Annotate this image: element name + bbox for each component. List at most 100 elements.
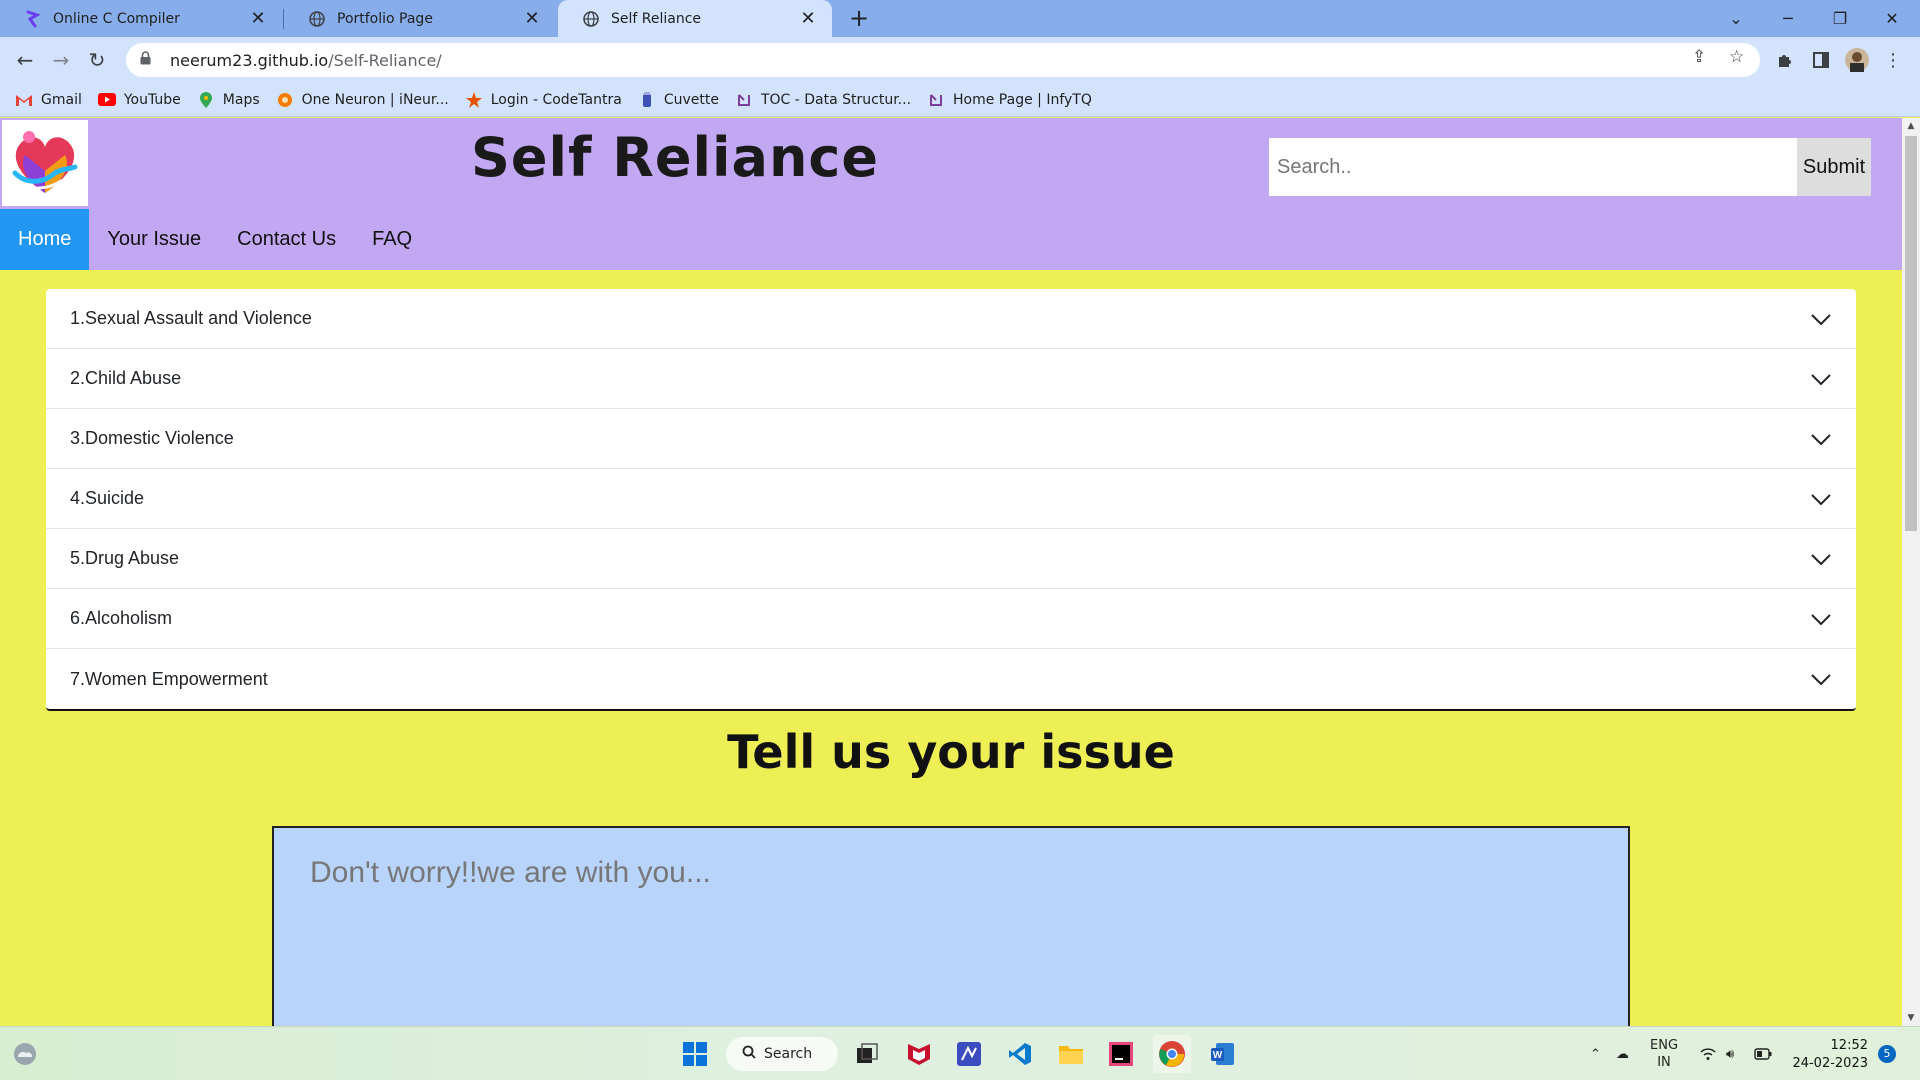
bookmark-label: Cuvette bbox=[663, 91, 719, 108]
submit-button[interactable]: Submit bbox=[1797, 138, 1871, 196]
tab-portfolio-page[interactable]: Portfolio Page ✕ bbox=[284, 0, 556, 37]
vscode-icon[interactable] bbox=[1001, 1035, 1039, 1073]
reload-icon[interactable]: ↻ bbox=[82, 45, 112, 75]
main-nav: Home Your Issue Contact Us FAQ bbox=[0, 209, 430, 270]
tray-overflow-chevron-icon[interactable]: ⌃ bbox=[1590, 1027, 1601, 1080]
accordion-item-women-empowerment[interactable]: 7.Women Empowerment bbox=[46, 649, 1856, 709]
taskbar-clock[interactable]: 12:52 24-02-2023 bbox=[1790, 1037, 1868, 1073]
scroll-thumb[interactable] bbox=[1905, 136, 1917, 531]
codetantra-icon bbox=[465, 91, 483, 109]
tab-title: Portfolio Page bbox=[337, 10, 433, 27]
accordion-item-alcoholism[interactable]: 6.Alcoholism bbox=[46, 589, 1856, 649]
bookmark-infytq[interactable]: Home Page | InfyTQ bbox=[927, 91, 1092, 109]
wifi-icon[interactable] bbox=[1700, 1027, 1716, 1080]
accordion-item-suicide[interactable]: 4.Suicide bbox=[46, 469, 1856, 529]
accordion-item-child-abuse[interactable]: 2.Child Abuse bbox=[46, 349, 1856, 409]
issue-textarea[interactable] bbox=[272, 826, 1630, 1026]
close-icon[interactable]: ✕ bbox=[798, 8, 818, 29]
bookmark-cuvette[interactable]: Cuvette bbox=[638, 91, 719, 109]
bookmark-gmail[interactable]: Gmail bbox=[15, 91, 82, 109]
back-arrow-icon[interactable]: ← bbox=[10, 45, 40, 75]
accordion-item-drug-abuse[interactable]: 5.Drug Abuse bbox=[46, 529, 1856, 589]
chevron-down-icon bbox=[1811, 493, 1831, 505]
code-editor-app-icon[interactable] bbox=[950, 1035, 988, 1073]
mcafee-icon[interactable] bbox=[900, 1035, 938, 1073]
scroll-up-arrow-icon[interactable]: ▲ bbox=[1902, 118, 1920, 134]
forward-arrow-icon[interactable]: → bbox=[46, 45, 76, 75]
logo[interactable] bbox=[2, 120, 88, 206]
tab-search-chevron-icon[interactable]: ⌄ bbox=[1708, 0, 1764, 37]
accordion-label: 3.Domestic Violence bbox=[70, 428, 234, 448]
globe-icon bbox=[308, 10, 326, 28]
weather-widget-icon[interactable] bbox=[6, 1035, 44, 1073]
accordion-label: 7.Women Empowerment bbox=[70, 668, 268, 689]
nav-item-home[interactable]: Home bbox=[0, 209, 90, 270]
tab-title: Online C Compiler bbox=[53, 10, 180, 27]
window-close-icon[interactable]: ✕ bbox=[1864, 0, 1920, 37]
close-icon[interactable]: ✕ bbox=[522, 8, 542, 29]
accordion-item-domestic-violence[interactable]: 3.Domestic Violence bbox=[46, 409, 1856, 469]
nav-item-faq[interactable]: FAQ bbox=[354, 209, 430, 270]
taskbar-search[interactable]: Search bbox=[726, 1037, 838, 1071]
bookmark-maps[interactable]: Maps bbox=[197, 91, 260, 109]
profile-avatar[interactable] bbox=[1842, 45, 1872, 75]
file-explorer-icon[interactable] bbox=[1052, 1035, 1090, 1073]
intellij-icon[interactable] bbox=[1102, 1035, 1140, 1073]
extensions-puzzle-icon[interactable] bbox=[1770, 45, 1800, 75]
battery-icon[interactable] bbox=[1754, 1027, 1772, 1080]
word-icon[interactable]: W bbox=[1204, 1035, 1242, 1073]
onedrive-cloud-icon[interactable]: ☁ bbox=[1616, 1027, 1629, 1080]
task-view-icon[interactable] bbox=[848, 1035, 886, 1073]
hands-heart-logo-icon bbox=[12, 131, 78, 193]
chevron-down-icon bbox=[1811, 674, 1831, 686]
accordion-label: 4.Suicide bbox=[70, 488, 145, 508]
windows-start-icon[interactable] bbox=[676, 1035, 714, 1073]
clock-date: 24-02-2023 bbox=[1792, 1056, 1868, 1071]
chrome-icon[interactable] bbox=[1153, 1035, 1191, 1073]
tab-title: Self Reliance bbox=[611, 10, 702, 27]
page-scrollbar[interactable]: ▲ ▼ bbox=[1902, 118, 1920, 1026]
topics-accordion: 1.Sexual Assault and Violence 2.Child Ab… bbox=[46, 289, 1856, 711]
bookmark-label: Login - CodeTantra bbox=[490, 91, 622, 108]
tab-online-c-compiler[interactable]: Online C Compiler ✕ bbox=[0, 0, 282, 37]
bookmark-toc[interactable]: TOC - Data Structur... bbox=[735, 91, 911, 109]
nav-item-your-issue[interactable]: Your Issue bbox=[89, 209, 219, 270]
chevron-down-icon bbox=[1811, 313, 1831, 325]
scroll-down-arrow-icon[interactable]: ▼ bbox=[1902, 1010, 1920, 1026]
address-bar[interactable]: neerum23.github.io/Self-Reliance/ bbox=[126, 43, 1760, 77]
restore-icon[interactable]: ❐ bbox=[1812, 0, 1868, 37]
site-header: Self Reliance Submit Home Your Issue Con… bbox=[0, 118, 1902, 270]
url-path: /Self-Reliance/ bbox=[328, 50, 442, 70]
search-input[interactable] bbox=[1269, 138, 1797, 196]
share-icon[interactable]: ⇪ bbox=[1692, 47, 1706, 67]
side-panel-icon[interactable] bbox=[1806, 45, 1836, 75]
infytq-icon bbox=[735, 91, 753, 109]
bookmark-ineuron[interactable]: One Neuron | iNeur... bbox=[276, 91, 449, 109]
gmail-icon bbox=[15, 91, 33, 109]
bookmarks-bar: Gmail YouTube Maps One Neuron | iNeur...… bbox=[0, 83, 1920, 117]
language-indicator[interactable]: ENG IN bbox=[1650, 1027, 1678, 1080]
volume-icon[interactable]: 🔊︎ bbox=[1726, 1027, 1734, 1080]
new-tab-plus-icon[interactable]: + bbox=[844, 4, 874, 32]
notification-badge[interactable]: 5 bbox=[1878, 1045, 1896, 1063]
language-line-1: ENG bbox=[1650, 1038, 1679, 1053]
clock-time: 12:52 bbox=[1830, 1038, 1868, 1053]
search-icon bbox=[742, 1045, 756, 1063]
site-title: Self Reliance bbox=[470, 126, 880, 189]
maps-icon bbox=[197, 91, 215, 109]
browser-toolbar: ← → ↻ neerum23.github.io/Self-Reliance/ … bbox=[0, 37, 1920, 83]
bookmark-codetantra[interactable]: Login - CodeTantra bbox=[465, 91, 622, 109]
accordion-item-sexual-assault[interactable]: 1.Sexual Assault and Violence bbox=[46, 289, 1856, 349]
chevron-down-icon bbox=[1811, 553, 1831, 565]
ineuron-icon bbox=[276, 91, 294, 109]
bookmark-label: Gmail bbox=[41, 91, 82, 108]
tab-self-reliance[interactable]: Self Reliance ✕ bbox=[558, 0, 832, 37]
close-icon[interactable]: ✕ bbox=[248, 8, 268, 29]
minimize-icon[interactable]: ─ bbox=[1760, 0, 1816, 37]
kebab-menu-icon[interactable]: ⋮ bbox=[1878, 45, 1908, 75]
taskbar: Search W ⌃ ☁ ENG IN 🔊︎ 12:52 24-02-2023 … bbox=[0, 1026, 1920, 1080]
bookmark-youtube[interactable]: YouTube bbox=[97, 91, 181, 109]
star-bookmark-icon[interactable]: ☆ bbox=[1729, 47, 1744, 67]
bookmark-label: YouTube bbox=[123, 91, 181, 108]
nav-item-contact-us[interactable]: Contact Us bbox=[219, 209, 354, 270]
